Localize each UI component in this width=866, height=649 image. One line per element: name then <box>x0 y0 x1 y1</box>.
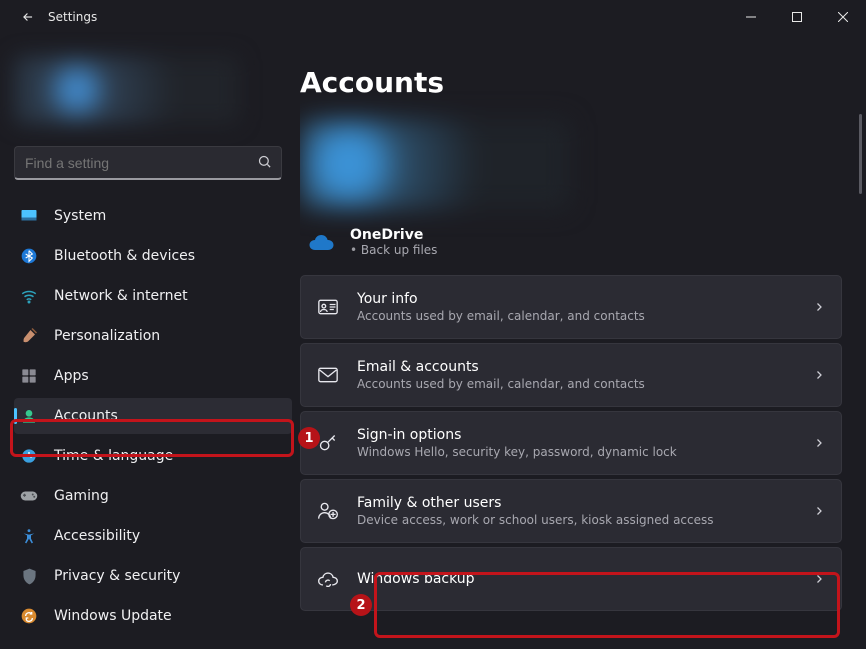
window-title: Settings <box>48 10 97 24</box>
accessibility-icon <box>20 527 38 545</box>
sidebar-item-bluetooth[interactable]: Bluetooth & devices <box>14 238 292 274</box>
card-email[interactable]: Email & accounts Accounts used by email, … <box>300 343 842 407</box>
chevron-right-icon <box>813 502 825 521</box>
mail-icon <box>317 364 339 386</box>
sidebar-item-label: Personalization <box>54 328 160 344</box>
sidebar-item-label: Accessibility <box>54 528 140 544</box>
close-button[interactable] <box>820 0 866 34</box>
card-subtitle: Windows Hello, security key, password, d… <box>357 445 795 459</box>
sidebar-item-system[interactable]: System <box>14 198 292 234</box>
gamepad-icon <box>20 487 38 505</box>
add-user-icon <box>317 500 339 522</box>
refresh-icon <box>20 607 38 625</box>
clock-icon <box>20 447 38 465</box>
sidebar-item-time[interactable]: Time & language <box>14 438 292 474</box>
sidebar-item-update[interactable]: Windows Update <box>14 598 292 634</box>
card-subtitle: Device access, work or school users, kio… <box>357 513 795 527</box>
annotation-badge-2: 2 <box>350 594 372 616</box>
sidebar-nav: System Bluetooth & devices Network & inter… <box>14 198 292 634</box>
sidebar-item-label: Privacy & security <box>54 568 180 584</box>
sidebar-item-label: Gaming <box>54 488 109 504</box>
card-subtitle: Accounts used by email, calendar, and co… <box>357 309 795 323</box>
settings-card-list: Your info Accounts used by email, calenda… <box>300 275 842 611</box>
maximize-button[interactable] <box>774 0 820 34</box>
chevron-right-icon <box>813 434 825 453</box>
sidebar: System Bluetooth & devices Network & inter… <box>0 34 300 649</box>
search-icon <box>257 154 272 173</box>
sidebar-item-label: Network & internet <box>54 288 188 304</box>
card-signin[interactable]: Sign-in options Windows Hello, security k… <box>300 411 842 475</box>
bluetooth-icon <box>20 247 38 265</box>
person-icon <box>20 407 38 425</box>
onedrive-title: OneDrive <box>350 227 437 243</box>
content-pane: Accounts OneDrive Back up files Your inf… <box>300 34 866 649</box>
brush-icon <box>20 327 38 345</box>
shield-icon <box>20 567 38 585</box>
wifi-icon <box>20 287 38 305</box>
page-title: Accounts <box>300 66 842 99</box>
sidebar-item-label: Apps <box>54 368 89 384</box>
apps-grid-icon <box>20 367 38 385</box>
card-title: Email & accounts <box>357 359 795 375</box>
card-title: Family & other users <box>357 495 795 511</box>
display-icon <box>20 207 38 225</box>
onedrive-cloud-icon <box>308 229 334 255</box>
search-input[interactable] <box>14 146 282 180</box>
account-profile-card[interactable] <box>300 119 570 209</box>
chevron-right-icon <box>813 570 825 589</box>
scrollbar-thumb[interactable] <box>859 114 862 194</box>
sidebar-item-accounts[interactable]: Accounts <box>14 398 292 434</box>
back-button[interactable] <box>18 7 38 27</box>
card-title: Your info <box>357 291 795 307</box>
window-controls <box>728 0 866 34</box>
card-subtitle: Accounts used by email, calendar, and co… <box>357 377 795 391</box>
title-bar: Settings <box>0 0 866 34</box>
sidebar-item-label: Time & language <box>54 448 173 464</box>
annotation-badge-1: 1 <box>298 427 320 449</box>
id-card-icon <box>317 296 339 318</box>
card-family[interactable]: Family & other users Device access, work … <box>300 479 842 543</box>
search-field[interactable] <box>14 146 282 180</box>
sidebar-item-gaming[interactable]: Gaming <box>14 478 292 514</box>
card-title: Sign-in options <box>357 427 795 443</box>
sidebar-item-label: Accounts <box>54 408 118 424</box>
user-profile-header[interactable] <box>14 56 239 124</box>
cloud-sync-icon <box>317 568 339 590</box>
sidebar-item-privacy[interactable]: Privacy & security <box>14 558 292 594</box>
chevron-right-icon <box>813 298 825 317</box>
chevron-right-icon <box>813 366 825 385</box>
sidebar-item-network[interactable]: Network & internet <box>14 278 292 314</box>
sidebar-item-label: Bluetooth & devices <box>54 248 195 264</box>
card-your-info[interactable]: Your info Accounts used by email, calenda… <box>300 275 842 339</box>
minimize-button[interactable] <box>728 0 774 34</box>
sidebar-item-label: Windows Update <box>54 608 172 624</box>
card-backup[interactable]: Windows backup <box>300 547 842 611</box>
card-title: Windows backup <box>357 571 795 587</box>
back-arrow-icon <box>21 10 35 24</box>
onedrive-status[interactable]: OneDrive Back up files <box>308 227 842 257</box>
key-icon <box>317 432 339 454</box>
onedrive-subtitle: Back up files <box>350 243 437 257</box>
sidebar-item-label: System <box>54 208 106 224</box>
sidebar-item-apps[interactable]: Apps <box>14 358 292 394</box>
sidebar-item-accessibility[interactable]: Accessibility <box>14 518 292 554</box>
sidebar-item-personalization[interactable]: Personalization <box>14 318 292 354</box>
